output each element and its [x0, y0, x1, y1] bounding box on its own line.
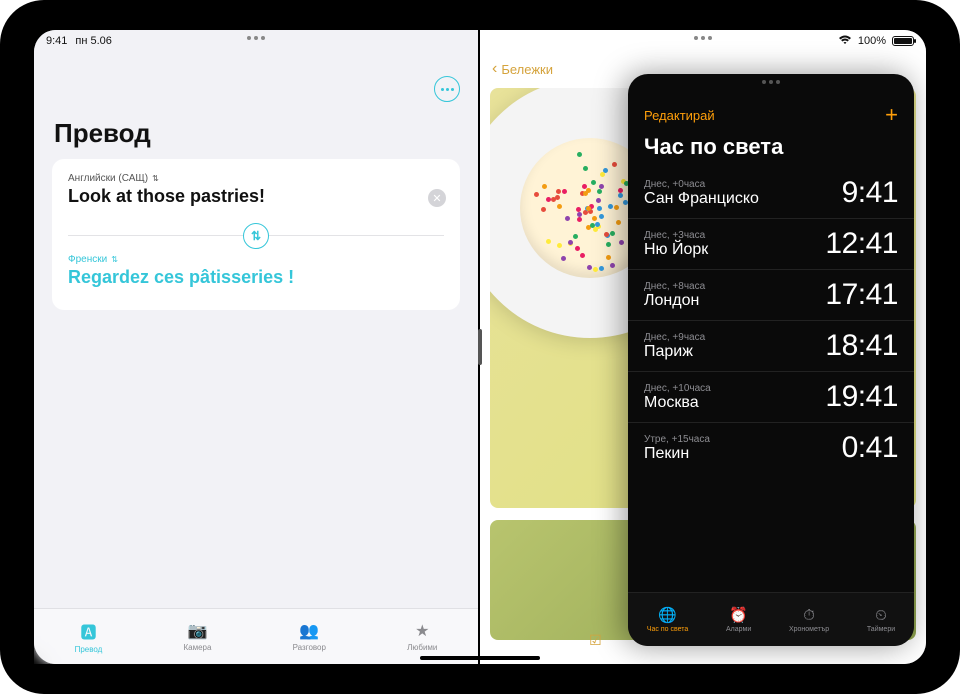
source-language-selector[interactable]: Английски (САЩ) ⇅: [68, 173, 444, 184]
tab-label: Таймери: [867, 626, 895, 633]
clock-offset: Днес, +3часа: [644, 230, 708, 241]
translation-card: Английски (САЩ) ⇅ Look at those pastries…: [52, 159, 460, 310]
more-button[interactable]: [434, 76, 460, 102]
clock-offset: Днес, +10часа: [644, 383, 711, 394]
clock-time: 12:41: [825, 227, 898, 261]
translate-tabbar: 🅰︎ Превод 📷 Камера 👥 Разговор ★ Любими: [34, 608, 478, 664]
source-text[interactable]: Look at those pastries!: [68, 186, 444, 207]
tab-world-clock[interactable]: 🌐 Час по света: [647, 606, 688, 633]
chevron-updown-icon: ⇅: [152, 174, 159, 183]
status-bar-left: 9:41 пн 5.06: [34, 30, 478, 52]
translate-icon: 🅰︎: [80, 619, 96, 643]
clock-tabbar: 🌐 Час по света ⏰ Аларми ⏱ Хронометър ⏲ Т…: [628, 592, 914, 646]
clock-offset: Днес, +9часа: [644, 332, 705, 343]
page-title: Превод: [34, 118, 478, 159]
star-icon: ★: [415, 621, 429, 641]
tab-label: Камера: [183, 643, 211, 652]
battery-percent: 100%: [858, 35, 886, 47]
tab-label: Разговор: [293, 643, 326, 652]
clock-app-slideover: Редактирай + Час по света Днес, +0часаСа…: [628, 74, 914, 646]
tab-conversation[interactable]: 👥 Разговор: [293, 621, 326, 652]
add-button[interactable]: +: [885, 102, 898, 128]
swap-icon: ⇅: [251, 229, 261, 243]
chevron-updown-icon: ⇅: [111, 255, 118, 264]
clock-time: 17:41: [825, 278, 898, 312]
clock-city: Лондон: [644, 292, 705, 310]
tab-translate[interactable]: 🅰︎ Превод: [75, 619, 103, 654]
world-clock-row[interactable]: Днес, +0часаСан Франциско 9:41: [628, 168, 914, 218]
clock-time: 0:41: [842, 431, 898, 465]
ellipsis-icon: [441, 88, 454, 91]
world-clock-row[interactable]: Днес, +10часаМосква 19:41: [628, 371, 914, 422]
people-icon: 👥: [299, 621, 319, 641]
world-clock-row[interactable]: Днес, +8часаЛондон 17:41: [628, 269, 914, 320]
checklist-icon[interactable]: ☑: [589, 632, 602, 649]
clear-button[interactable]: ✕: [428, 189, 446, 207]
clock-city: Москва: [644, 394, 711, 412]
translate-app: 9:41 пн 5.06 Превод Английски (САЩ) ⇅ Lo…: [34, 30, 480, 664]
clock-city: Пекин: [644, 445, 710, 463]
clock-city: Ню Йорк: [644, 241, 708, 259]
clock-time: 19:41: [825, 380, 898, 414]
tab-favorites[interactable]: ★ Любими: [407, 621, 437, 652]
clock-title: Час по света: [628, 128, 914, 168]
clock-offset: Днес, +0часа: [644, 179, 759, 190]
source-language-label: Английски (САЩ): [68, 173, 148, 184]
battery-icon: [892, 36, 914, 46]
status-date: пн 5.06: [75, 35, 112, 47]
tab-label: Аларми: [726, 626, 751, 633]
divider: ⇅: [68, 235, 444, 236]
clock-offset: Днес, +8часа: [644, 281, 705, 292]
world-clock-list[interactable]: Днес, +0часаСан Франциско 9:41 Днес, +3час…: [628, 168, 914, 592]
clock-time: 9:41: [842, 176, 898, 210]
target-language-label: Френски: [68, 254, 107, 265]
camera-icon: 📷: [188, 621, 208, 641]
status-bar-right: 100%: [480, 30, 926, 52]
target-text: Regardez ces pâtisseries !: [68, 267, 444, 288]
tab-stopwatch[interactable]: ⏱ Хронометър: [789, 607, 829, 633]
tab-camera[interactable]: 📷 Камера: [183, 621, 211, 652]
tab-label: Час по света: [647, 626, 688, 633]
screen: 9:41 пн 5.06 Превод Английски (САЩ) ⇅ Lo…: [34, 30, 926, 664]
close-icon: ✕: [432, 192, 441, 205]
globe-icon: 🌐: [658, 606, 677, 624]
world-clock-row[interactable]: Днес, +3часаНю Йорк 12:41: [628, 218, 914, 269]
status-time: 9:41: [46, 35, 67, 47]
slideover-grabber-icon[interactable]: [762, 80, 780, 84]
tab-label: Любими: [407, 643, 437, 652]
world-clock-row[interactable]: Утре, +15часаПекин 0:41: [628, 422, 914, 473]
split-handle[interactable]: [478, 329, 482, 365]
alarm-icon: ⏰: [729, 606, 748, 624]
home-indicator[interactable]: [420, 656, 540, 660]
ipad-frame: 9:41 пн 5.06 Превод Английски (САЩ) ⇅ Lo…: [0, 0, 960, 694]
edit-button[interactable]: Редактирай: [644, 108, 715, 123]
clock-city: Париж: [644, 343, 705, 361]
swap-languages-button[interactable]: ⇅: [243, 223, 269, 249]
tab-label: Превод: [75, 645, 103, 654]
clock-offset: Утре, +15часа: [644, 434, 710, 445]
wifi-icon: [838, 35, 852, 48]
tab-timers[interactable]: ⏲ Таймери: [867, 607, 895, 633]
world-clock-row[interactable]: Днес, +9часаПариж 18:41: [628, 320, 914, 371]
clock-time: 18:41: [825, 329, 898, 363]
back-chevron-icon[interactable]: ‹: [492, 60, 497, 78]
timer-icon: ⏲: [875, 607, 887, 624]
target-language-selector[interactable]: Френски ⇅: [68, 254, 444, 265]
stopwatch-icon: ⏱: [803, 607, 815, 624]
clock-city: Сан Франциско: [644, 190, 759, 208]
tab-alarms[interactable]: ⏰ Аларми: [726, 606, 751, 633]
notes-back-label[interactable]: Бележки: [501, 62, 553, 77]
tab-label: Хронометър: [789, 626, 829, 633]
